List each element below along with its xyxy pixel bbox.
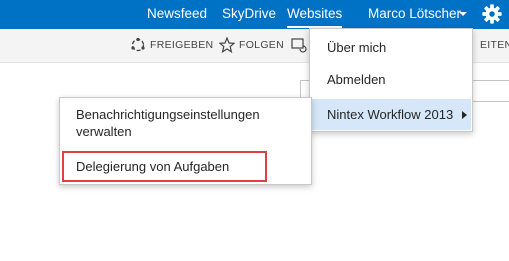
menu-item-about-me[interactable]: Über mich (327, 40, 386, 55)
follow-button[interactable]: FOLGEN (239, 39, 284, 51)
menu-item-sign-out[interactable]: Abmelden (327, 72, 386, 87)
chevron-right-icon (462, 111, 467, 119)
submenu-item-notification-settings-line1[interactable]: Benachrichtigungseinstellungen (76, 107, 260, 122)
gear-icon[interactable] (481, 3, 503, 25)
user-menu-button[interactable]: Marco Lötscher (368, 6, 461, 21)
submenu-item-notification-settings-line2[interactable]: verwalten (76, 124, 132, 139)
menu-item-nintex-workflow[interactable]: Nintex Workflow 2013 (327, 107, 453, 122)
share-icon[interactable] (130, 37, 146, 53)
nav-link-websites[interactable]: Websites (287, 6, 343, 28)
nav-link-skydrive[interactable]: SkyDrive (222, 6, 276, 21)
edit-button[interactable]: EITEN (480, 39, 509, 51)
submenu-item-task-delegation[interactable]: Delegierung von Aufgaben (76, 159, 229, 174)
chevron-down-icon[interactable] (459, 12, 467, 16)
sync-icon[interactable] (291, 37, 307, 53)
star-icon[interactable] (219, 37, 235, 53)
nav-link-newsfeed[interactable]: Newsfeed (147, 6, 207, 21)
share-button[interactable]: FREIGEBEN (150, 39, 213, 51)
